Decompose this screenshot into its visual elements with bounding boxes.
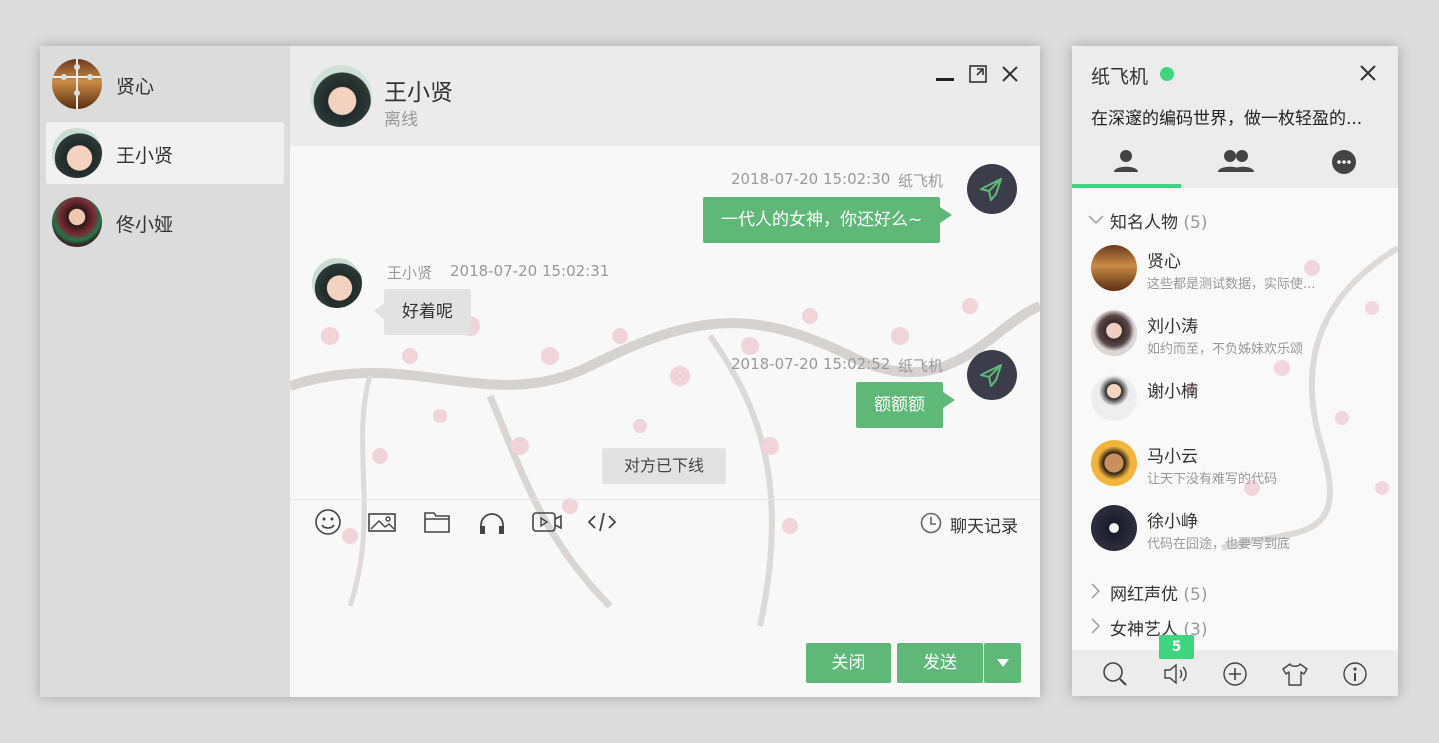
group-title: 网红声优	[1110, 585, 1178, 605]
my-avatar	[967, 164, 1017, 214]
close-icon[interactable]	[1359, 64, 1377, 82]
toolbar-divider	[290, 499, 1040, 500]
online-status-dot[interactable]	[1160, 67, 1174, 81]
message-sender: 纸飞机	[898, 357, 944, 375]
chat-history-label: 聊天记录	[950, 517, 1018, 537]
tab-recent-chats[interactable]	[1290, 144, 1398, 188]
chevron-down-icon	[1088, 215, 1104, 224]
avatar	[1091, 440, 1137, 486]
avatar	[1091, 375, 1137, 421]
contact-name: 王小贤	[384, 80, 453, 106]
message-time: 2018-07-20 15:02:31	[450, 262, 610, 280]
avatar	[1091, 245, 1137, 291]
minimize-icon[interactable]	[935, 66, 955, 86]
conversation-name: 佟小娅	[116, 214, 174, 236]
contact-message-avatar	[312, 258, 362, 308]
emoji-icon[interactable]	[312, 508, 344, 536]
message-time: 2018-07-20 15:02:30	[731, 170, 891, 188]
message-bubble: 好着呢	[374, 289, 471, 335]
conversation-item-wangxiaoxian[interactable]: 王小贤	[46, 122, 284, 184]
conversation-item-xianxin[interactable]: 贤心	[46, 53, 284, 115]
message-time: 2018-07-20 15:02:52	[731, 355, 891, 373]
friend-signature: 这些都是测试数据，实际使...	[1147, 277, 1316, 292]
group-count: (5)	[1183, 585, 1208, 605]
conversation-list: 贤心 王小贤 佟小娅	[40, 46, 290, 697]
list-item-friend[interactable]: 刘小涛 如约而至，不负姊妹欢乐颂	[1072, 304, 1398, 366]
group-header-influencers[interactable]: 网红声优 (5)	[1090, 580, 1208, 605]
info-icon[interactable]	[1341, 660, 1369, 688]
close-icon[interactable]	[1000, 64, 1020, 84]
code-icon[interactable]	[586, 508, 618, 536]
conversation-name: 王小贤	[116, 145, 174, 167]
tab-groups[interactable]	[1181, 144, 1289, 188]
skin-icon[interactable]	[1281, 660, 1309, 688]
friend-name: 谢小楠	[1147, 382, 1198, 402]
avatar	[52, 59, 102, 109]
my-avatar	[967, 350, 1017, 400]
paper-plane-icon	[980, 364, 1002, 387]
sound-icon[interactable]	[1161, 660, 1189, 688]
send-button[interactable]: 发送	[897, 643, 983, 683]
message-sender: 王小贤	[387, 264, 433, 282]
group-title: 知名人物	[1110, 213, 1178, 233]
list-item-friend[interactable]: 马小云 让天下没有难写的代码	[1072, 434, 1398, 496]
folder-icon[interactable]	[421, 508, 453, 536]
clock-icon	[920, 512, 942, 534]
send-options-button[interactable]	[984, 643, 1021, 683]
close-chat-button[interactable]: 关闭	[806, 643, 891, 683]
friend-name: 徐小峥	[1147, 512, 1198, 532]
username: 纸飞机	[1091, 66, 1149, 88]
message-bubble: 一代人的女神，你还好么~	[703, 197, 953, 243]
friend-name: 贤心	[1147, 252, 1181, 272]
video-icon[interactable]	[531, 508, 563, 536]
friend-name: 马小云	[1147, 447, 1198, 467]
friend-name: 刘小涛	[1147, 317, 1198, 337]
tab-friends[interactable]	[1072, 144, 1180, 188]
friend-signature: 让天下没有难写的代码	[1147, 472, 1278, 487]
chat-header: 王小贤 离线	[290, 46, 1040, 146]
friend-panel: 纸飞机 在深邃的编码世界，做一枚轻盈的... 知名人物 (5) 贤心 这些都是测…	[1072, 46, 1398, 696]
chat-main: 王小贤 离线 2018-07-20 15:02:30 纸飞机 一代人的女神，你还…	[290, 46, 1040, 697]
signature[interactable]: 在深邃的编码世界，做一枚轻盈的...	[1091, 104, 1362, 129]
list-item-friend[interactable]: 徐小峥 代码在囧途，也要写到底	[1072, 499, 1398, 561]
audio-icon[interactable]	[476, 508, 508, 536]
group-count: (5)	[1183, 213, 1208, 233]
chevron-right-icon	[1091, 618, 1100, 634]
avatar	[1091, 505, 1137, 551]
chevron-right-icon	[1091, 583, 1100, 599]
contact-status: 离线	[384, 110, 418, 130]
caret-down-icon	[996, 659, 1009, 667]
message-sender: 纸飞机	[898, 172, 944, 190]
conversation-name: 贤心	[116, 76, 155, 98]
avatar	[1091, 310, 1137, 356]
friends-icon	[1114, 150, 1138, 172]
contact-avatar	[310, 65, 372, 127]
maximize-icon[interactable]	[968, 64, 988, 84]
friend-signature: 代码在囧途，也要写到底	[1147, 537, 1291, 552]
message-bubble: 额额额	[856, 382, 955, 428]
avatar	[52, 197, 102, 247]
avatar	[52, 128, 102, 178]
chat-window: 贤心 王小贤 佟小娅 王小贤 离线 2018-07-20 15:02:30 纸飞…	[40, 46, 1040, 697]
add-icon[interactable]	[1221, 660, 1249, 688]
history-chat-icon	[1332, 150, 1356, 174]
list-item-friend[interactable]: 贤心 这些都是测试数据，实际使...	[1072, 239, 1398, 301]
search-icon[interactable]	[1101, 660, 1129, 688]
conversation-item-tongxiaoya[interactable]: 佟小娅	[46, 191, 284, 253]
abacus-icon	[52, 59, 102, 109]
image-icon[interactable]	[366, 508, 398, 536]
panel-bottom-toolbar	[1072, 650, 1398, 696]
group-header-famous[interactable]: 知名人物 (5)	[1088, 208, 1208, 233]
friend-signature: 如约而至，不负姊妹欢乐颂	[1147, 342, 1304, 357]
system-message: 对方已下线	[602, 448, 726, 484]
friend-list: 知名人物 (5) 贤心 这些都是测试数据，实际使... 刘小涛 如约而至，不负姊…	[1072, 188, 1398, 650]
list-item-friend[interactable]: 谢小楠	[1072, 369, 1398, 431]
paper-plane-icon	[980, 178, 1002, 201]
groups-icon	[1218, 150, 1254, 172]
notification-badge: 5	[1159, 635, 1194, 659]
panel-header: 纸飞机 在深邃的编码世界，做一枚轻盈的...	[1072, 46, 1398, 188]
